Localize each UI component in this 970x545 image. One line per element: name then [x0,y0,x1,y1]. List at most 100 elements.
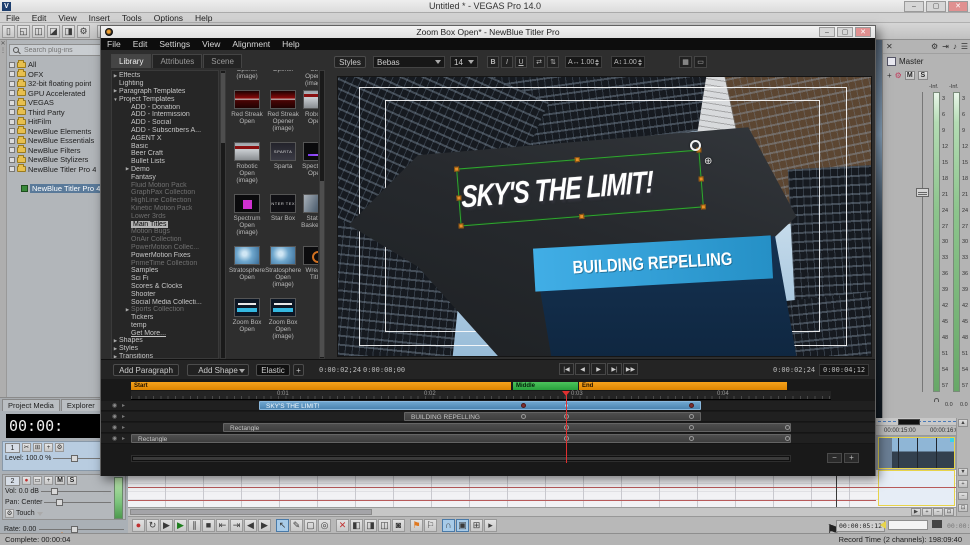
dock-tab[interactable]: Explorer [61,399,101,411]
library-tree-item[interactable]: Main Titles [112,220,218,228]
master-bus-chip[interactable]: Master [887,57,923,66]
current-time-display[interactable]: 0:00:02;24 [773,366,815,374]
bold-button[interactable]: B [487,56,499,68]
zoom-out-track-button[interactable]: − [958,492,968,500]
titler-skip-end-button[interactable]: ▶▶ [623,363,638,375]
library-tree-item[interactable]: AGENT X [112,134,218,142]
tree-expander-icon[interactable] [9,71,15,77]
library-tree-item[interactable]: Samples [112,267,218,275]
template-thumbnail[interactable]: Stratosphere Open [229,244,265,296]
timeline-zoom-in-button[interactable]: + [844,453,859,463]
template-thumbnail[interactable]: Red Streak Open [229,88,265,140]
library-tree-item[interactable]: Shooter [112,290,218,298]
scroll-right-button[interactable]: ▶ [911,508,921,516]
library-tree-item[interactable]: Beer Craft [112,150,218,158]
library-tree-item[interactable]: Tickers [112,314,218,322]
duration-time[interactable]: 0:00:08;00 [363,366,405,374]
touch-mode-label[interactable]: Touch [16,510,35,517]
close-button[interactable]: ✕ [948,1,968,12]
titler-menu-item[interactable]: File [101,39,127,49]
monitor-view-icon[interactable]: ▭ [694,56,707,68]
template-thumbnail[interactable]: Wreath Title [301,244,318,296]
keyframe-dot[interactable] [785,425,790,430]
insert-bus-icon[interactable]: ⇥ [942,42,949,51]
titler-hscroll-thumb[interactable] [133,457,789,460]
mixer-mute-button[interactable]: M [905,71,915,80]
selection-handle[interactable] [698,176,703,181]
titler-hscrollbar[interactable] [131,455,791,462]
library-tree-item[interactable]: GraphPax Collection [112,189,218,197]
library-tree-item[interactable]: temp [112,322,218,330]
timeline-track-row[interactable]: ◉ ▸ Rectangle [101,434,875,444]
tree-scrollbar[interactable] [220,70,226,359]
zoom-tool-button[interactable]: ⊡ [944,508,954,516]
render-as-icon[interactable]: ◨ [62,25,75,38]
volume-envelope-line[interactable] [128,500,876,501]
zoom-in-track-button[interactable]: + [958,480,968,488]
automation-settings-icon[interactable]: ⚙ [5,509,14,518]
template-thumbnail[interactable]: Stats - Basketball [301,192,318,244]
timeline-clip[interactable]: Rectangle [223,423,791,432]
selection-handle[interactable] [454,166,459,171]
tree-expander-icon[interactable] [9,100,15,106]
save-as-icon[interactable]: ◪ [47,25,60,38]
vegas-menu-item[interactable]: Tools [116,13,148,23]
scroll-up-button[interactable]: ▲ [958,419,968,427]
grid-menu-button[interactable]: ⊞ [470,519,483,532]
library-tree-item[interactable]: ▶ Shapes [112,337,218,345]
selection-handle[interactable] [456,195,461,200]
expand-chevron-icon[interactable]: ▸ [122,413,125,421]
titler-menu-item[interactable]: Settings [153,39,196,49]
template-thumbnail[interactable]: Oceans Opener (image) [229,70,265,88]
library-tree-item[interactable]: Fantasy [112,173,218,181]
library-tree-item[interactable]: ▼ Project Templates [112,95,218,103]
go-to-start-button[interactable]: ⇤ [216,519,229,532]
meter-peak-left[interactable]: -Inf. [929,84,938,90]
titler-skip-start-button[interactable]: |◀ [559,363,574,375]
properties-icon[interactable]: ⚙ [77,25,90,38]
template-thumbnail[interactable]: SPARTA Sparta [265,140,301,192]
font-family-select[interactable]: Bebas [373,56,445,68]
library-tree-item[interactable]: ▶ Effects [112,72,218,80]
timeline-clip[interactable]: BUILDING REPELLING [404,412,701,421]
lock-button[interactable]: ◙ [392,519,405,532]
meter-peak-right[interactable]: -Inf. [949,84,958,90]
minimize-button[interactable]: – [904,1,924,12]
region-button[interactable]: ⚐ [424,519,437,532]
visibility-eye-icon[interactable]: ◉ [112,402,117,410]
zoom-tool-button[interactable]: ◎ [318,519,331,532]
titler-menu-item[interactable]: Alignment [226,39,276,49]
save-icon[interactable]: ◫ [32,25,45,38]
titler-menu-item[interactable]: Edit [127,39,154,49]
track-automation-icon[interactable]: + [44,476,53,485]
titler-menu-item[interactable]: Help [276,39,305,49]
edit-tool-button[interactable]: ↖ [276,519,289,532]
vegas-menu-item[interactable]: Edit [26,13,53,23]
keyframe-dot[interactable] [689,403,694,408]
delete-button[interactable]: ✕ [336,519,349,532]
solo-button[interactable]: S [67,476,77,485]
track-zoom-button[interactable]: ⊡ [958,504,968,512]
add-shape-button[interactable]: Add Shape [187,364,249,376]
master-fader-handle[interactable] [916,188,929,197]
stop-button[interactable]: ■ [202,519,215,532]
trim-end-button[interactable]: ◨ [364,519,377,532]
keyframe-dot[interactable] [785,436,790,441]
selection-handle[interactable] [701,204,706,209]
template-thumbnail[interactable]: Zoom Box Open [229,296,265,348]
panel-grip[interactable]: ✕⋮ [0,40,7,397]
visibility-eye-icon[interactable]: ◉ [112,424,117,432]
elastic-button[interactable]: Elastic [256,364,290,376]
visibility-eye-icon[interactable]: ◉ [112,435,117,443]
vegas-menu-item[interactable]: Help [189,13,218,23]
titler-close-button[interactable]: ✕ [855,27,871,37]
timeline-track-row[interactable]: ◉ ▸ BUILDING REPELLING [101,412,875,422]
record-button[interactable]: ● [132,519,145,532]
library-tree-item[interactable]: Sci Fi [112,275,218,283]
timeline-hscrollbar[interactable]: ▶ + − ⊡ [128,507,956,516]
library-tab[interactable]: Attributes [152,54,202,68]
selected-video-clip[interactable] [878,437,955,469]
tree-expander-icon[interactable] [9,109,15,115]
tree-expander-icon[interactable] [9,81,15,87]
tree-expander-icon[interactable] [9,138,15,144]
